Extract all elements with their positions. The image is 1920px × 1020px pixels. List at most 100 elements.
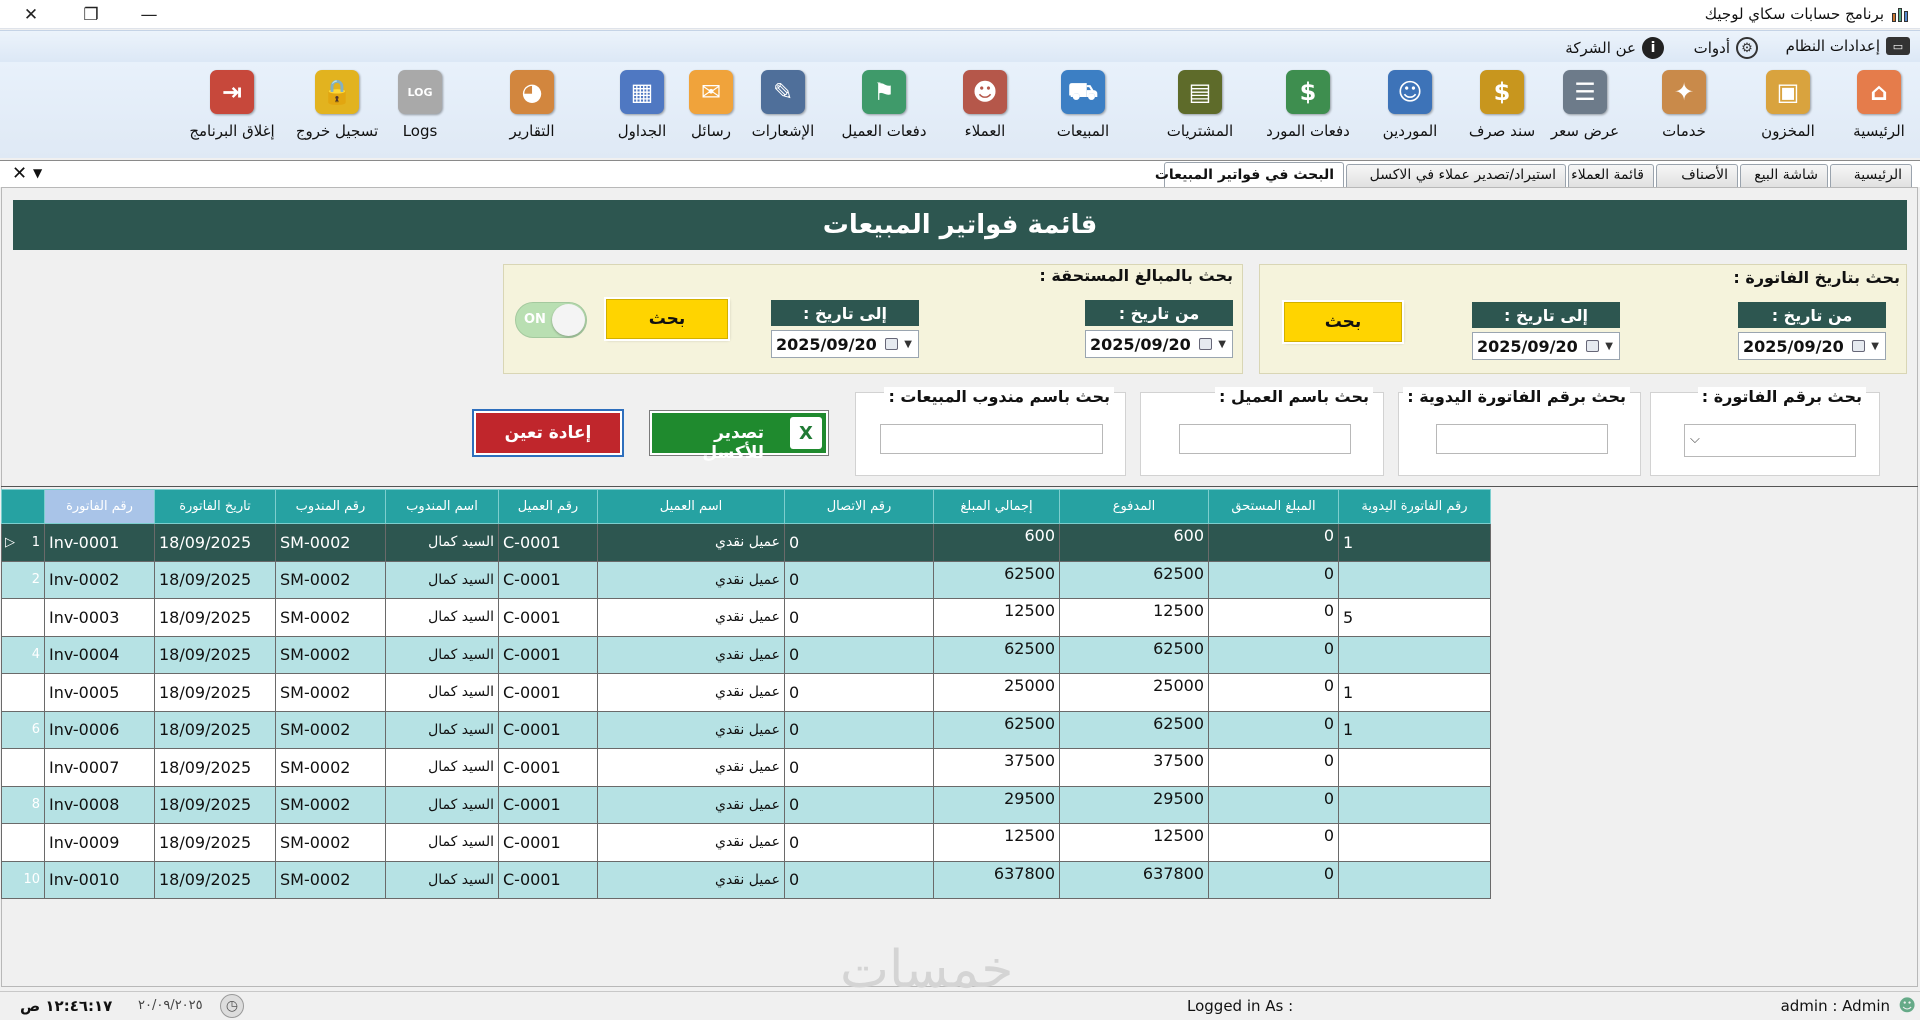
column-header[interactable]: رقم الفاتورة اليدوية	[1338, 489, 1491, 524]
cell-manual[interactable]	[1338, 635, 1491, 674]
row-header[interactable]: 2	[1, 560, 45, 599]
tab-3[interactable]: الأصناف	[1656, 164, 1738, 187]
toolbar-sales-button[interactable]: ⛟ المبيعات	[1028, 70, 1138, 154]
cell-phone[interactable]: 0	[784, 523, 934, 562]
cell-date[interactable]: 18/09/2025	[154, 560, 276, 599]
cell-cust[interactable]: عميل نقدي	[597, 785, 785, 824]
cell-rep[interactable]: السيد كمال	[385, 673, 499, 712]
toolbar-logout-button[interactable]: 🔒 تسجيل خروج	[282, 70, 392, 154]
cell-total[interactable]: 600	[933, 523, 1060, 562]
cell-total[interactable]: 29500	[933, 785, 1060, 824]
table-row[interactable]: 5 Inv-0005 18/09/2025 SM-0002 السيد كمال C-00…	[1, 673, 1491, 712]
table-row[interactable]: 7 Inv-0007 18/09/2025 SM-0002 السيد كمال C-00…	[1, 748, 1491, 787]
due-search-button[interactable]: بحث	[606, 299, 728, 339]
invoice-number-combo[interactable]: ⌵	[1684, 424, 1856, 457]
row-header[interactable]: 4	[1, 635, 45, 674]
tab-4[interactable]: قائمة العملاء	[1568, 164, 1654, 187]
invoices-grid[interactable]: رقم الفاتورة تاريخ الفاتورة رقم المندوب اسم…	[1, 489, 1491, 899]
cell-manual[interactable]: 5	[1338, 598, 1491, 637]
cell-manual[interactable]: 1	[1338, 673, 1491, 712]
cell-phone[interactable]: 0	[784, 785, 934, 824]
cell-total[interactable]: 62500	[933, 635, 1060, 674]
due-filter-toggle[interactable]: ON	[515, 302, 587, 338]
cell-cust[interactable]: عميل نقدي	[597, 823, 785, 862]
manual-invoice-input[interactable]	[1436, 424, 1608, 454]
due-to-picker[interactable]: 2025/09/20 ▼	[771, 330, 919, 358]
cell-rep-no[interactable]: SM-0002	[275, 523, 386, 562]
tab-1[interactable]: الرئيسية	[1830, 164, 1912, 187]
cell-date[interactable]: 18/09/2025	[154, 710, 276, 749]
row-header[interactable]: 7	[1, 748, 45, 787]
cell-cust-no[interactable]: C-0001	[498, 748, 598, 787]
cell-cust-no[interactable]: C-0001	[498, 560, 598, 599]
cell-rep-no[interactable]: SM-0002	[275, 748, 386, 787]
table-row[interactable]: 3 Inv-0003 18/09/2025 SM-0002 السيد كمال C-00…	[1, 598, 1491, 637]
row-header[interactable]: 8	[1, 785, 45, 824]
column-header[interactable]: اسم العميل	[597, 489, 785, 524]
cell-rep[interactable]: السيد كمال	[385, 635, 499, 674]
cell-paid[interactable]: 62500	[1059, 560, 1209, 599]
cell-rep[interactable]: السيد كمال	[385, 823, 499, 862]
cell-cust[interactable]: عميل نقدي	[597, 673, 785, 712]
cell-cust[interactable]: عميل نقدي	[597, 748, 785, 787]
toolbar-customer-payments-button[interactable]: ⚑ دفعات العميل	[829, 70, 939, 154]
row-header[interactable]: ▷ 1	[1, 523, 45, 562]
column-header[interactable]: رقم العميل	[498, 489, 598, 524]
cell-inv[interactable]: Inv-0001	[44, 523, 155, 562]
cell-date[interactable]: 18/09/2025	[154, 785, 276, 824]
cell-rep[interactable]: السيد كمال	[385, 598, 499, 637]
cell-paid[interactable]: 637800	[1059, 860, 1209, 899]
restore-window-button[interactable]: ❐	[68, 0, 114, 29]
cell-rep-no[interactable]: SM-0002	[275, 860, 386, 899]
column-header[interactable]: رقم الاتصال	[784, 489, 934, 524]
cell-inv[interactable]: Inv-0007	[44, 748, 155, 787]
toolbar-supplier-payments-button[interactable]: $ دفعات المورد	[1253, 70, 1363, 154]
date-to-picker[interactable]: 2025/09/20 ▼	[1472, 332, 1620, 360]
cell-manual[interactable]	[1338, 560, 1491, 599]
cell-rep[interactable]: السيد كمال	[385, 560, 499, 599]
tab-6[interactable]: البحث في فواتير المبيعات	[1155, 162, 1344, 188]
column-header[interactable]: اسم المندوب	[385, 489, 499, 524]
row-header[interactable]: 10	[1, 860, 45, 899]
cell-manual[interactable]	[1338, 860, 1491, 899]
toolbar-exit-button[interactable]: ⇥ إغلاق البرنامج	[177, 70, 287, 154]
cell-rep-no[interactable]: SM-0002	[275, 710, 386, 749]
cell-cust-no[interactable]: C-0001	[498, 823, 598, 862]
cell-phone[interactable]: 0	[784, 673, 934, 712]
cell-inv[interactable]: Inv-0002	[44, 560, 155, 599]
sales-rep-input[interactable]	[880, 424, 1103, 454]
cell-cust[interactable]: عميل نقدي	[597, 860, 785, 899]
cell-phone[interactable]: 0	[784, 635, 934, 674]
cell-due[interactable]: 0	[1208, 560, 1339, 599]
row-header[interactable]: 6	[1, 710, 45, 749]
cell-due[interactable]: 0	[1208, 523, 1339, 562]
cell-manual[interactable]	[1338, 785, 1491, 824]
cell-rep-no[interactable]: SM-0002	[275, 560, 386, 599]
toolbar-reports-button[interactable]: ◕ التقارير	[477, 70, 587, 154]
cell-rep-no[interactable]: SM-0002	[275, 823, 386, 862]
toolbar-customers-button[interactable]: ☻ العملاء	[930, 70, 1040, 154]
cell-due[interactable]: 0	[1208, 823, 1339, 862]
toolbar-tables-button[interactable]: ▦ الجداول	[587, 70, 697, 154]
cell-inv[interactable]: Inv-0006	[44, 710, 155, 749]
cell-inv[interactable]: Inv-0005	[44, 673, 155, 712]
cell-rep-no[interactable]: SM-0002	[275, 598, 386, 637]
toolbar-services-button[interactable]: ✦ خدمات	[1629, 70, 1739, 154]
cell-total[interactable]: 25000	[933, 673, 1060, 712]
column-header[interactable]: إجمالي المبلغ	[933, 489, 1060, 524]
row-header[interactable]: 9	[1, 823, 45, 862]
cell-phone[interactable]: 0	[784, 560, 934, 599]
menu-about[interactable]: i عن الشركة	[1565, 37, 1664, 59]
cell-paid[interactable]: 29500	[1059, 785, 1209, 824]
cell-paid[interactable]: 62500	[1059, 710, 1209, 749]
cell-due[interactable]: 0	[1208, 673, 1339, 712]
toolbar-suppliers-button[interactable]: ☺ الموردين	[1355, 70, 1465, 154]
table-row[interactable]: 8 Inv-0008 18/09/2025 SM-0002 السيد كمال C-00…	[1, 785, 1491, 824]
reset-button[interactable]: إعادة تعين	[474, 411, 622, 455]
table-row[interactable]: 2 Inv-0002 18/09/2025 SM-0002 السيد كمال C-00…	[1, 560, 1491, 599]
cell-total[interactable]: 637800	[933, 860, 1060, 899]
cell-rep[interactable]: السيد كمال	[385, 523, 499, 562]
cell-total[interactable]: 37500	[933, 748, 1060, 787]
close-tab-button[interactable]: ✕	[12, 163, 27, 184]
export-excel-button[interactable]: X تصدير للأكسل	[650, 411, 828, 463]
